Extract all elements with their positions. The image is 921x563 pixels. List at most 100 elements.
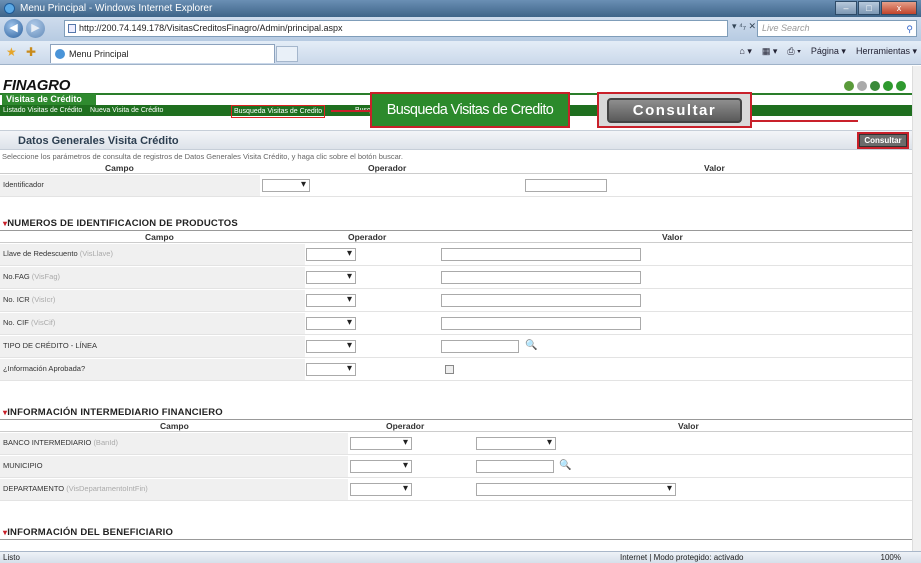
address-bar: ◀ ▶ http://200.74.149.178/VisitasCredito…: [0, 17, 921, 41]
search-icon[interactable]: ⚲: [906, 22, 913, 37]
vertical-scrollbar[interactable]: [912, 66, 921, 551]
value-input[interactable]: [441, 294, 641, 307]
value-input[interactable]: [525, 179, 607, 192]
operator-select[interactable]: [350, 483, 412, 496]
value-checkbox[interactable]: [445, 365, 454, 374]
search-input[interactable]: Live Search ⚲: [757, 20, 917, 37]
group-title-text: NUMEROS DE IDENTIFICACION DE PRODUCTOS: [7, 218, 238, 229]
finagro-logo: FINAGRO: [3, 77, 71, 94]
close-button[interactable]: x: [881, 1, 917, 15]
group-title-productos[interactable]: ▾NUMEROS DE IDENTIFICACION DE PRODUCTOS: [3, 218, 238, 229]
search-lookup-icon[interactable]: 🔍: [525, 340, 537, 351]
group-title-intermediario[interactable]: ▾INFORMACIÓN INTERMEDIARIO FINANCIERO: [3, 407, 223, 418]
back-icon[interactable]: ◀: [4, 19, 23, 38]
tools-icon[interactable]: [844, 81, 854, 91]
operator-select[interactable]: [306, 294, 356, 307]
header-valor: Valor: [678, 421, 699, 431]
row-label: DEPARTAMENTO (VisDepartamentoIntFin): [0, 479, 348, 500]
row-label: TIPO DE CRÉDITO - LÍNEA: [0, 336, 305, 357]
row-noicr: No. ICR (VisIcr): [0, 290, 912, 312]
group-title-beneficiario[interactable]: ▾INFORMACIÓN DEL BENEFICIARIO: [3, 527, 173, 538]
operator-select[interactable]: [306, 317, 356, 330]
callout-connector: [331, 110, 371, 112]
operator-select[interactable]: [350, 437, 412, 450]
window-controls: – □ x: [834, 1, 917, 15]
row-label: No. ICR (VisIcr): [0, 290, 305, 311]
section-title: Datos Generales Visita Crédito: [18, 135, 179, 147]
tab-menu-principal[interactable]: Menu Principal: [50, 44, 275, 63]
menu-busqueda[interactable]: Busqueda Visitas de Credito: [231, 105, 326, 118]
tab-label: Menu Principal: [69, 49, 129, 59]
row-nofag: No.FAG (VisFag): [0, 267, 912, 289]
status-text: Listo: [3, 553, 20, 562]
pagina-menu[interactable]: Página ▾: [811, 46, 846, 57]
new-tab-button[interactable]: [276, 46, 298, 62]
print-icon[interactable]: ⎙ ▾: [787, 46, 800, 57]
herramientas-menu[interactable]: Herramientas ▾: [856, 46, 917, 57]
operator-select[interactable]: [306, 363, 356, 376]
callout-consultar-label: Consultar: [607, 98, 742, 123]
instructions-text: Seleccione los parámetros de consulta de…: [2, 152, 403, 161]
row-identificador: Identificador: [0, 175, 912, 197]
value-input[interactable]: [441, 317, 641, 330]
callout-busqueda: Busqueda Visitas de Credito: [370, 92, 570, 128]
value-select[interactable]: [476, 437, 556, 450]
group-title-text: INFORMACIÓN DEL BENEFICIARIO: [7, 527, 174, 538]
value-input[interactable]: [441, 271, 641, 284]
user-icon[interactable]: [857, 81, 867, 91]
minimize-button[interactable]: –: [835, 1, 857, 15]
row-banco: BANCO INTERMEDIARIO (BanId): [0, 433, 912, 455]
next-icon[interactable]: [896, 81, 906, 91]
header-campo: Campo: [160, 421, 189, 431]
page-icon: [68, 24, 76, 33]
value-input[interactable]: [441, 340, 519, 353]
maximize-button[interactable]: □: [858, 1, 880, 15]
operator-select[interactable]: [350, 460, 412, 473]
browser-window: Menu Principal - Windows Internet Explor…: [0, 0, 921, 563]
operator-select[interactable]: [262, 179, 310, 192]
refresh-stop-icons[interactable]: ▾ ⁴₇ ✕: [732, 21, 756, 32]
favorites-star-icon[interactable]: ★: [6, 45, 17, 59]
consultar-button[interactable]: Consultar: [857, 132, 909, 149]
search-lookup-icon[interactable]: 🔍: [559, 460, 571, 471]
row-label: No.FAG (VisFag): [0, 267, 305, 288]
menu-nueva[interactable]: Nueva Visita de Crédito: [90, 105, 163, 116]
header-valor: Valor: [704, 163, 725, 173]
forward-icon[interactable]: ▶: [26, 19, 45, 38]
window-title: Menu Principal - Windows Internet Explor…: [20, 3, 213, 14]
row-nocif: No. CIF (VisCif): [0, 313, 912, 335]
row-departamento: DEPARTAMENTO (VisDepartamentoIntFin): [0, 479, 912, 501]
operator-select[interactable]: [306, 271, 356, 284]
value-select[interactable]: [476, 483, 676, 496]
row-label: BANCO INTERMEDIARIO (BanId): [0, 433, 348, 454]
value-input[interactable]: [441, 248, 641, 261]
status-bar: Listo Internet | Modo protegido: activad…: [0, 551, 921, 563]
menu-listado[interactable]: Listado Visitas de Crédito: [3, 105, 82, 116]
operator-select[interactable]: [306, 340, 356, 353]
search-placeholder: Live Search: [762, 23, 810, 33]
header-valor: Valor: [662, 232, 683, 242]
row-label: No. CIF (VisCif): [0, 313, 305, 334]
table-header: Campo Operador Valor: [0, 231, 912, 243]
module-tab[interactable]: Visitas de Crédito: [2, 94, 96, 105]
refresh-icon[interactable]: [883, 81, 893, 91]
command-bar: ★ ✚ Menu Principal ⌂ ▾ ▦ ▾ ⎙ ▾ Página ▾ …: [0, 41, 921, 65]
tab-ie-icon: [55, 49, 65, 59]
home-icon[interactable]: ⌂ ▾: [739, 46, 751, 57]
url-text: http://200.74.149.178/VisitasCreditosFin…: [79, 23, 343, 33]
table-header: Campo Operador Valor: [0, 420, 912, 432]
command-tools: ⌂ ▾ ▦ ▾ ⎙ ▾ Página ▾ Herramientas ▾: [739, 46, 917, 57]
row-llave: Llave de Redescuento (VisLlave): [0, 244, 912, 266]
add-favorites-icon[interactable]: ✚: [26, 45, 36, 59]
header-operador: Operador: [368, 163, 407, 173]
group-divider: [0, 539, 912, 540]
url-field[interactable]: http://200.74.149.178/VisitasCreditosFin…: [64, 20, 728, 37]
feeds-icon[interactable]: ▦ ▾: [762, 46, 778, 57]
help-icon[interactable]: [870, 81, 880, 91]
value-input[interactable]: [476, 460, 554, 473]
title-bar: Menu Principal - Windows Internet Explor…: [0, 0, 921, 17]
operator-select[interactable]: [306, 248, 356, 261]
row-info-aprobada: ¿Información Aprobada?: [0, 359, 912, 381]
zoom-level[interactable]: 100%: [881, 552, 901, 563]
row-tipo-credito: TIPO DE CRÉDITO - LÍNEA 🔍: [0, 336, 912, 358]
